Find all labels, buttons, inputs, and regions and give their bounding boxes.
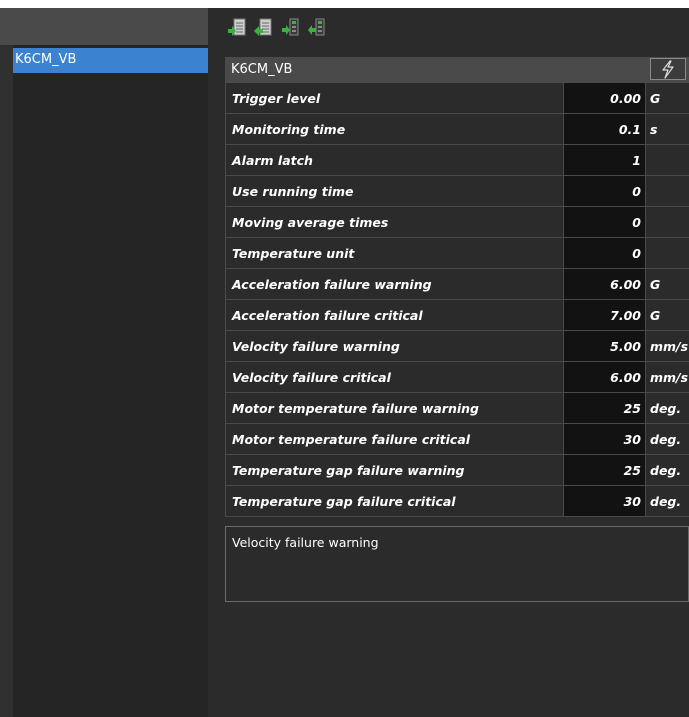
table-row[interactable]: Temperature gap failure critical 30 deg. — [225, 485, 689, 517]
param-value[interactable]: 0 — [563, 175, 646, 207]
param-unit: mm/s — [645, 361, 689, 393]
param-unit: mm/s — [645, 330, 689, 362]
param-name: Motor temperature failure critical — [225, 423, 564, 455]
param-name: Alarm latch — [225, 144, 564, 176]
param-name: Velocity failure warning — [225, 330, 564, 362]
upload-list-icon[interactable] — [253, 17, 273, 37]
download-device-icon[interactable] — [281, 17, 301, 37]
table-row[interactable]: Use running time 0 — [225, 175, 689, 207]
sidebar-edge — [0, 45, 13, 717]
param-name: Acceleration failure critical — [225, 299, 564, 331]
param-unit: s — [645, 113, 689, 145]
param-unit: G — [645, 82, 689, 114]
toolbar — [208, 8, 689, 45]
param-unit: G — [645, 268, 689, 300]
param-name: Use running time — [225, 175, 564, 207]
param-value[interactable]: 7.00 — [563, 299, 646, 331]
description-box: Velocity failure warning — [225, 526, 689, 602]
param-value[interactable]: 6.00 — [563, 268, 646, 300]
table-row[interactable]: Acceleration failure critical 7.00 G — [225, 299, 689, 331]
param-name: Temperature unit — [225, 237, 564, 269]
table-row[interactable]: Motor temperature failure critical 30 deg. — [225, 423, 689, 455]
parameter-table: Trigger level 0.00 G Monitoring time 0.1 s A… — [225, 82, 689, 517]
param-name: Moving average times — [225, 206, 564, 238]
parameter-panel: K6CM_VB Trigger level 0.00 G Monitoring ti… — [225, 57, 689, 517]
device-sidebar: K6CM_VB — [0, 45, 208, 717]
param-value[interactable]: 1 — [563, 144, 646, 176]
param-unit: deg. — [645, 423, 689, 455]
table-row[interactable]: Trigger level 0.00 G — [225, 82, 689, 114]
param-value[interactable]: 0 — [563, 206, 646, 238]
param-unit: deg. — [645, 454, 689, 486]
download-list-icon[interactable] — [227, 17, 247, 37]
param-unit — [645, 175, 689, 207]
param-unit: deg. — [645, 485, 689, 517]
table-row[interactable]: Velocity failure critical 6.00 mm/s — [225, 361, 689, 393]
window-top-strip — [0, 0, 689, 8]
param-name: Trigger level — [225, 82, 564, 114]
param-name: Motor temperature failure warning — [225, 392, 564, 424]
upload-device-icon[interactable] — [307, 17, 327, 37]
table-row[interactable]: Acceleration failure warning 6.00 G — [225, 268, 689, 300]
table-row[interactable]: Motor temperature failure warning 25 deg. — [225, 392, 689, 424]
description-text: Velocity failure warning — [232, 535, 379, 550]
param-value[interactable]: 5.00 — [563, 330, 646, 362]
param-name: Monitoring time — [225, 113, 564, 145]
table-row[interactable]: Temperature unit 0 — [225, 237, 689, 269]
table-row[interactable]: Temperature gap failure warning 25 deg. — [225, 454, 689, 486]
toolbar-left-area — [0, 8, 208, 45]
table-row[interactable]: Moving average times 0 — [225, 206, 689, 238]
param-name: Velocity failure critical — [225, 361, 564, 393]
param-value[interactable]: 6.00 — [563, 361, 646, 393]
sidebar-item-label: K6CM_VB — [15, 52, 77, 67]
table-row[interactable]: Velocity failure warning 5.00 mm/s — [225, 330, 689, 362]
param-name: Temperature gap failure critical — [225, 485, 564, 517]
param-value[interactable]: 30 — [563, 423, 646, 455]
panel-header: K6CM_VB — [225, 57, 689, 82]
table-row[interactable]: Alarm latch 1 — [225, 144, 689, 176]
param-name: Acceleration failure warning — [225, 268, 564, 300]
param-value[interactable]: 0.00 — [563, 82, 646, 114]
param-value[interactable]: 30 — [563, 485, 646, 517]
param-unit — [645, 237, 689, 269]
sidebar-item-k6cm-vb[interactable]: K6CM_VB — [0, 48, 208, 73]
param-unit: deg. — [645, 392, 689, 424]
param-unit: G — [645, 299, 689, 331]
param-value[interactable]: 25 — [563, 392, 646, 424]
panel-title: K6CM_VB — [231, 62, 293, 77]
table-row[interactable]: Monitoring time 0.1 s — [225, 113, 689, 145]
lightning-icon[interactable] — [650, 58, 686, 80]
param-value[interactable]: 0 — [563, 237, 646, 269]
param-name: Temperature gap failure warning — [225, 454, 564, 486]
param-value[interactable]: 0.1 — [563, 113, 646, 145]
param-value[interactable]: 25 — [563, 454, 646, 486]
param-unit — [645, 206, 689, 238]
param-unit — [645, 144, 689, 176]
